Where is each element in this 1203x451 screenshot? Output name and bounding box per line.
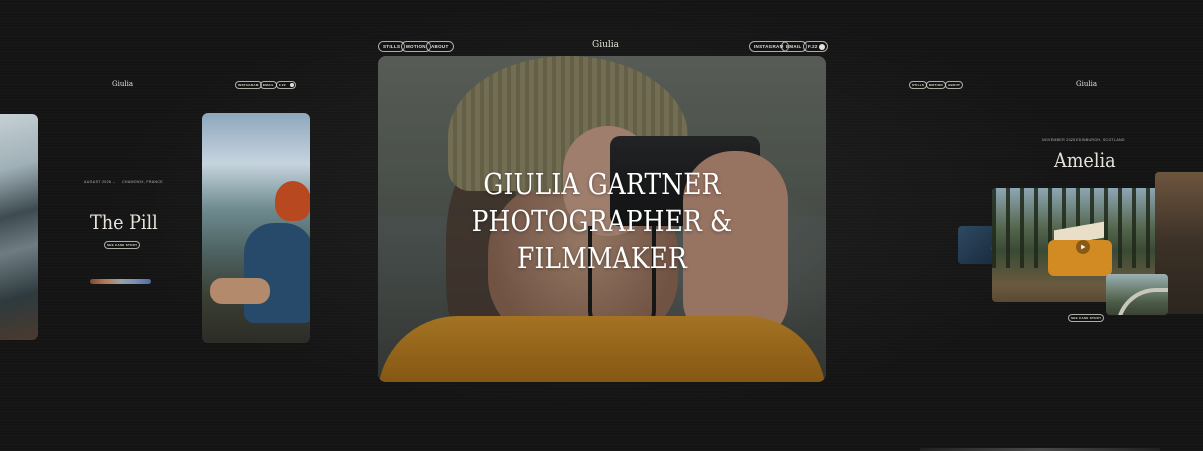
left-logo[interactable]: Giulia [112, 80, 133, 88]
toggle-dot-icon [290, 83, 294, 87]
main-logo[interactable]: Giulia [592, 40, 619, 50]
hero-image: GIULIA GARTNER PHOTOGRAPHER & FILMMAKER [378, 56, 826, 382]
hiker-jacket [244, 223, 310, 323]
headline-line-1: GIULIA GARTNER [483, 167, 721, 201]
left-toggle-label: F.22 [279, 83, 286, 87]
left-date: AUGUST 2026 [84, 180, 112, 184]
left-theme-toggle[interactable]: F.22 [276, 81, 296, 89]
hero-headline: GIULIA GARTNER PHOTOGRAPHER & FILMMAKER [409, 166, 794, 277]
arrow-right-icon: → [1069, 138, 1073, 142]
toggle-dot-icon [819, 43, 825, 50]
right-see-case-study-button[interactable]: SEE CASE STUDY [1068, 314, 1105, 322]
mountain-photo-card[interactable] [0, 114, 38, 340]
hiker-photo-card[interactable] [202, 113, 310, 343]
left-instagram-link[interactable]: INSTAGRAM [235, 81, 262, 89]
theme-toggle[interactable]: F.22 [803, 41, 828, 52]
winding-road [1116, 288, 1168, 315]
right-location: EDINBURGH, SCOTLAND [1076, 138, 1125, 142]
left-email-link[interactable]: EMAIL [260, 81, 277, 89]
color-spectrum-bar [90, 279, 151, 284]
left-location: CHAMONIX, FRANCE [122, 180, 163, 184]
play-icon[interactable] [1076, 240, 1090, 254]
right-nav-motion-button[interactable]: MOTION [926, 81, 946, 89]
arrow-right-icon: → [112, 180, 116, 184]
headline-line-3: FILMMAKER [517, 241, 687, 275]
nav-about-button[interactable]: ABOUT [426, 41, 454, 52]
hiker-leg [210, 278, 270, 304]
headline-line-2: PHOTOGRAPHER & [471, 204, 733, 238]
hiker-hat [275, 181, 310, 221]
right-project-title[interactable]: Amelia [1054, 148, 1116, 172]
right-logo[interactable]: Giulia [1076, 80, 1097, 88]
right-nav-stills-button[interactable]: STILLS [909, 81, 928, 89]
toggle-label: F.22 [808, 44, 818, 49]
left-see-case-study-button[interactable]: SEE CASE STUDY [104, 241, 141, 249]
road-photo-card[interactable] [1106, 274, 1168, 315]
left-project-title[interactable]: The Pill [90, 210, 158, 234]
right-nav-about-button[interactable]: ABOUT [945, 81, 964, 89]
